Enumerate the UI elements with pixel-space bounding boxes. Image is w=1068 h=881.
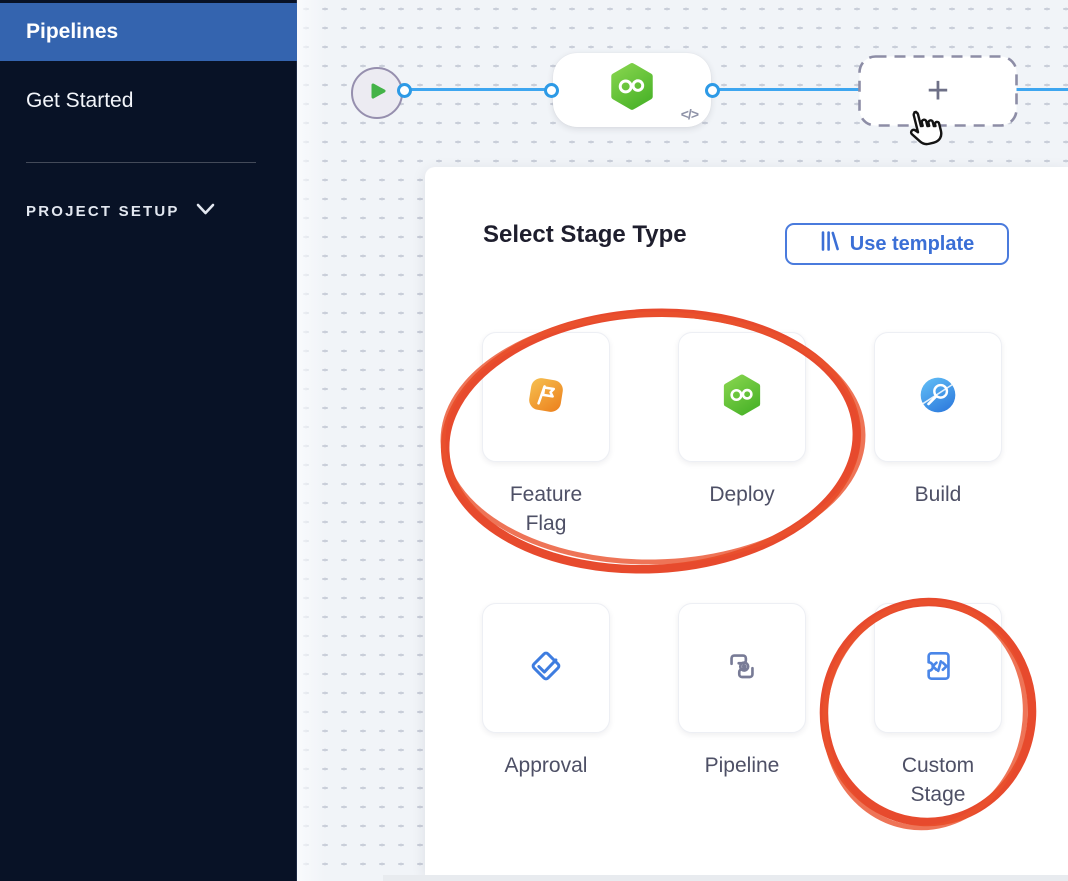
stage-type-label: Build — [883, 480, 993, 509]
custom-stage-icon — [916, 644, 960, 693]
connector-dot — [544, 83, 559, 98]
template-library-icon — [820, 230, 840, 258]
pipeline-studio: Pipelines Get Started PROJECT SETUP — [0, 0, 1068, 881]
sidebar-item-pipelines[interactable]: Pipelines — [0, 3, 297, 61]
canvas-left-fade — [297, 0, 325, 881]
pipeline-icon — [720, 644, 764, 693]
panel-title: Select Stage Type — [483, 221, 687, 249]
pipeline-start-node[interactable] — [351, 67, 403, 119]
panel-bottom-edge — [383, 875, 1068, 881]
chevron-down-icon — [196, 202, 215, 220]
connector-dot — [397, 83, 412, 98]
stage-type-label: Pipeline — [687, 751, 797, 780]
sidebar-item-label: Pipelines — [26, 20, 118, 44]
approval-icon — [524, 644, 568, 693]
stage-type-deploy[interactable] — [678, 332, 806, 462]
stage-type-custom-stage[interactable] — [874, 603, 1002, 733]
sidebar: Pipelines Get Started PROJECT SETUP — [0, 0, 297, 881]
stage-type-label: Approval — [491, 751, 601, 780]
stage-type-pipeline[interactable] — [678, 603, 806, 733]
stage-type-approval[interactable] — [482, 603, 610, 733]
select-stage-type-panel: Select Stage Type Use template — [425, 167, 1068, 875]
stage-type-feature-flag[interactable] — [482, 332, 610, 462]
stage-type-label: Feature Flag — [491, 480, 601, 538]
code-badge: </> — [681, 106, 698, 122]
deploy-hexagon-icon — [608, 62, 656, 115]
feature-flag-icon — [524, 373, 568, 422]
play-icon — [367, 81, 387, 106]
build-icon — [917, 374, 959, 421]
use-template-button[interactable]: Use template — [785, 223, 1009, 265]
sidebar-item-get-started[interactable]: Get Started — [0, 78, 297, 124]
use-template-label: Use template — [850, 233, 975, 256]
sidebar-divider — [26, 162, 256, 163]
deploy-stage-node[interactable]: </> — [553, 53, 711, 127]
stage-type-label: Deploy — [687, 480, 797, 509]
stage-type-build[interactable] — [874, 332, 1002, 462]
deploy-icon — [721, 374, 763, 421]
sidebar-item-label: Get Started — [26, 89, 133, 113]
sidebar-section-project-setup[interactable]: PROJECT SETUP — [26, 202, 215, 220]
connector-dot — [705, 83, 720, 98]
section-label: PROJECT SETUP — [26, 203, 180, 220]
stage-type-label: Custom Stage — [883, 751, 993, 809]
